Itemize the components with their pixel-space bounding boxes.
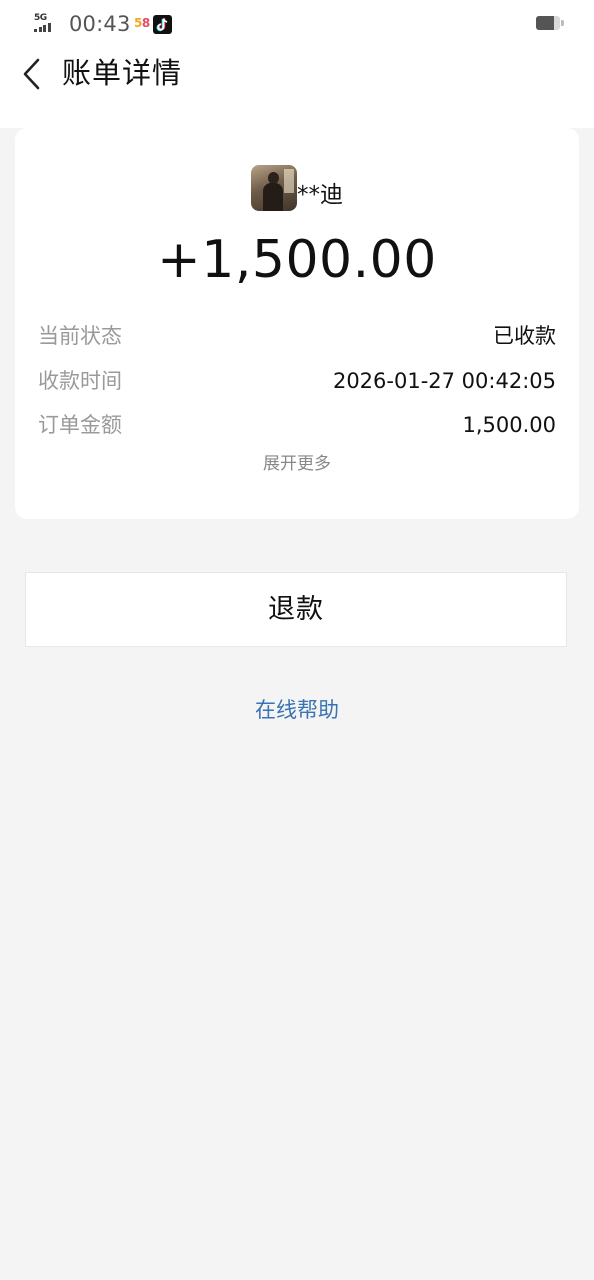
back-button[interactable] bbox=[14, 54, 54, 94]
detail-row-time: 收款时间 2026-01-27 00:42:05 bbox=[38, 365, 556, 397]
bill-amount: +1,500.00 bbox=[157, 230, 437, 290]
detail-label: 当前状态 bbox=[38, 324, 122, 348]
expand-more-link[interactable]: 展开更多 bbox=[15, 452, 579, 476]
detail-value: 已收款 bbox=[493, 324, 556, 348]
payer-name: **迪 bbox=[297, 182, 343, 208]
page-title: 账单详情 bbox=[62, 56, 183, 90]
payer-info: **迪 bbox=[15, 165, 579, 213]
app-58-icon: 58 bbox=[134, 16, 150, 30]
tiktok-icon bbox=[153, 15, 172, 34]
avatar bbox=[251, 165, 297, 211]
status-time: 00:43 bbox=[69, 12, 131, 36]
status-bar: 5G 00:43 58 bbox=[0, 0, 594, 48]
network-type-label: 5G bbox=[34, 13, 47, 23]
header-area: 5G 00:43 58 账单详情 bbox=[0, 0, 594, 128]
detail-value: 2026-01-27 00:42:05 bbox=[332, 369, 556, 393]
battery-icon bbox=[536, 16, 564, 30]
cellular-signal-icon: 5G bbox=[34, 13, 62, 33]
detail-row-status: 当前状态 已收款 bbox=[38, 320, 556, 352]
bill-card: **迪 +1,500.00 当前状态 已收款 收款时间 2026-01-27 0… bbox=[15, 128, 579, 519]
chevron-left-icon bbox=[23, 58, 40, 90]
refund-button[interactable]: 退款 bbox=[25, 572, 567, 647]
detail-label: 收款时间 bbox=[38, 369, 122, 393]
detail-row-order-amount: 订单金额 1,500.00 bbox=[38, 409, 556, 441]
detail-value: 1,500.00 bbox=[462, 413, 556, 437]
online-help-link[interactable]: 在线帮助 bbox=[0, 696, 594, 724]
detail-label: 订单金额 bbox=[38, 413, 122, 437]
